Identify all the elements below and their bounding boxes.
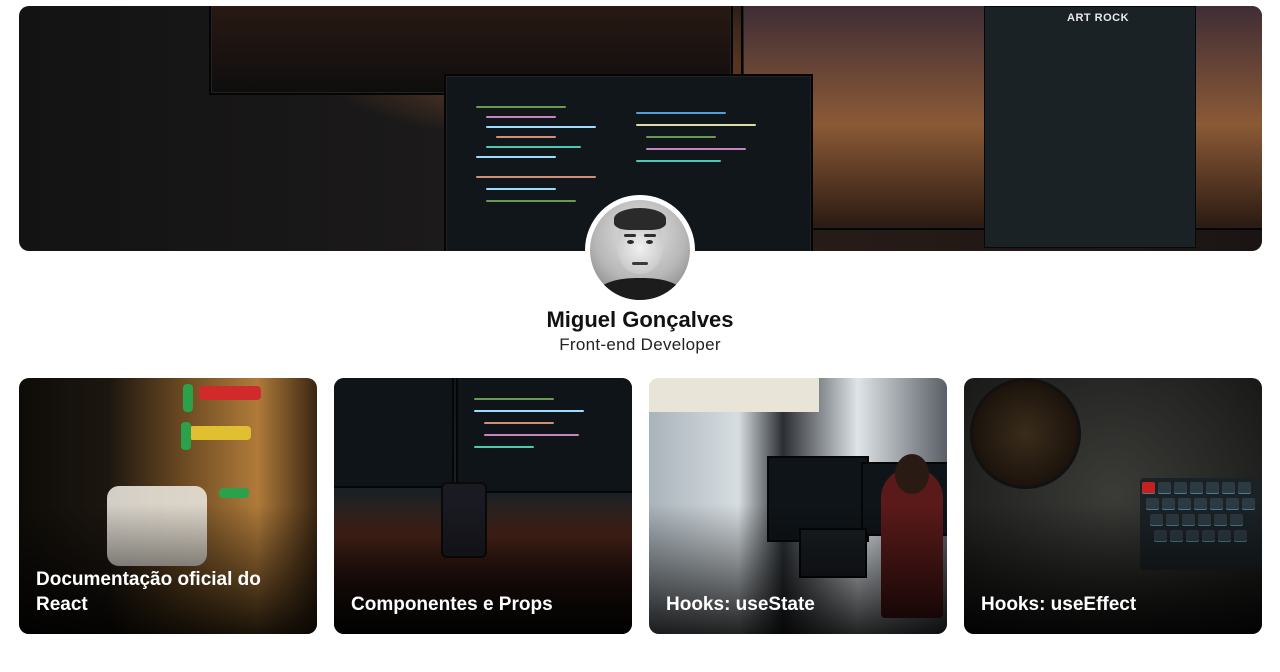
- card-hooks-usestate[interactable]: Hooks: useState: [649, 378, 947, 634]
- card-components-props[interactable]: Componentes e Props: [334, 378, 632, 634]
- profile-name: Miguel Gonçalves: [546, 307, 734, 332]
- music-player-window: [984, 6, 1196, 248]
- card-hooks-useeffect[interactable]: Hooks: useEffect: [964, 378, 1262, 634]
- card-title: Componentes e Props: [351, 594, 553, 615]
- playlist-title: ART ROCK: [1067, 12, 1130, 24]
- avatar: [585, 195, 695, 305]
- card-title: Hooks: useState: [666, 594, 815, 615]
- coffee-mug-image: [970, 378, 1081, 489]
- card-react-docs[interactable]: Documentação oficial do React: [19, 378, 317, 634]
- avatar-photo: [590, 200, 690, 300]
- profile-role: Front-end Developer: [559, 335, 721, 354]
- card-title: Hooks: useEffect: [981, 594, 1137, 615]
- card-title: Documentação oficial do React: [36, 569, 261, 615]
